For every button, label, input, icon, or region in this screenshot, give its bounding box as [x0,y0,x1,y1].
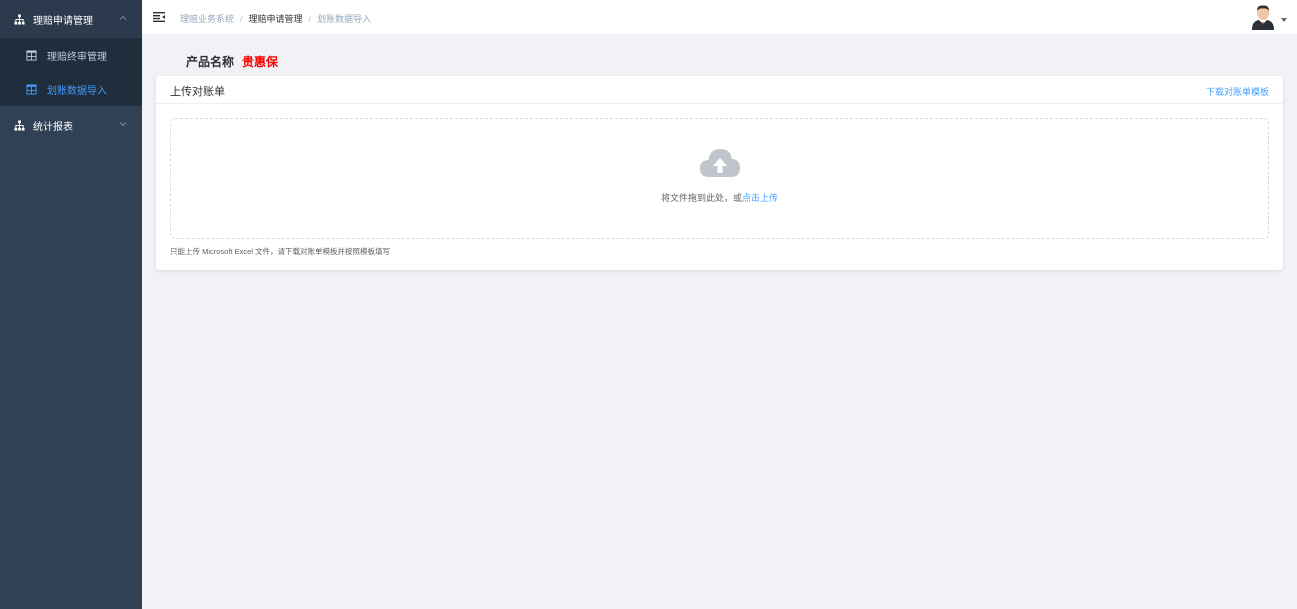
hamburger-icon[interactable] [153,12,165,22]
upload-card: 上传对账单 下载对账单模板 将文件拖到此处，或点击上传 只能上传 Microso… [156,76,1283,270]
click-upload-link[interactable]: 点击上传 [742,193,778,203]
chevron-up-icon [119,15,127,20]
cloud-upload-icon [700,149,740,177]
sidebar-item-transfer-import[interactable]: 划账数据导入 [0,72,142,106]
breadcrumb: 理赔业务系统 / 理赔申请管理 / 划账数据导入 [180,12,371,25]
sitemap-icon [14,13,25,25]
sidebar-item-label: 理赔终审管理 [47,51,107,63]
upload-dropzone[interactable]: 将文件拖到此处，或点击上传 [170,118,1269,239]
sidebar-group-reports[interactable]: 统计报表 [0,106,142,144]
sidebar-group-label: 统计报表 [33,121,73,133]
chevron-down-icon [119,122,127,127]
breadcrumb-item-claims[interactable]: 理赔申请管理 [249,12,303,25]
breadcrumb-separator: / [240,13,243,24]
submenu-claims: 理赔终审管理 划账数据导入 [0,38,142,106]
breadcrumb-item-current: 划账数据导入 [317,14,372,24]
product-label: 产品名称 [186,55,235,69]
breadcrumb-item-system[interactable]: 理赔业务系统 [180,12,234,25]
product-info: 产品名称 贵惠保 [186,53,278,70]
upload-hint-text: 将文件拖到此处，或 [660,193,742,203]
download-template-link[interactable]: 下载对账单模板 [1206,85,1269,98]
sidebar-item-label: 划账数据导入 [47,85,107,97]
sitemap-icon [14,119,25,131]
sidebar: 理赔申请管理 理赔终审管理 划账数据导入 统计报表 [0,0,142,609]
table-icon [26,83,37,95]
sidebar-item-final-review[interactable]: 理赔终审管理 [0,38,142,72]
card-header: 上传对账单 下载对账单模板 [156,76,1283,104]
breadcrumb-separator: / [308,13,312,24]
upload-tip: 只能上传 Microsoft Excel 文件，请下载对账单模板并按照模板填写 [170,247,391,256]
sidebar-group-claims[interactable]: 理赔申请管理 [0,0,142,38]
product-value: 贵惠保 [242,55,279,69]
top-header: 理赔业务系统 / 理赔申请管理 / 划账数据导入 [142,0,1297,34]
avatar[interactable] [1251,4,1275,30]
caret-down-icon[interactable] [1281,18,1287,22]
upload-hint: 将文件拖到此处，或点击上传 [171,191,1268,204]
card-title: 上传对账单 [170,86,225,98]
table-icon [26,49,37,61]
sidebar-group-label: 理赔申请管理 [33,15,93,27]
